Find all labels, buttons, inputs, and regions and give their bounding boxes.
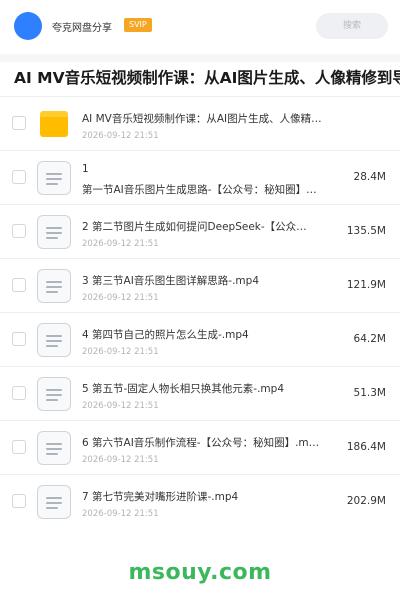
file-size: 202.9M	[346, 495, 386, 507]
share-owner-name: 夸克网盘分享	[52, 23, 112, 34]
svip-badge: SVIP	[124, 18, 152, 32]
document-icon	[37, 431, 71, 465]
file-name: 1	[82, 163, 89, 175]
file-list: AI MV音乐短视频制作课：从AI图片生成、人像精… 2026-09-12 21…	[0, 96, 400, 528]
row-checkbox[interactable]	[12, 332, 26, 346]
list-item[interactable]: 6 第六节AI音乐制作流程-【公众号：秘知圈】.m… 2026-09-12 21…	[0, 420, 400, 474]
watermark: msouy.com	[128, 560, 272, 585]
file-size: 121.9M	[346, 279, 386, 291]
row-checkbox[interactable]	[12, 170, 26, 184]
document-icon	[37, 485, 71, 519]
list-item[interactable]: 4 第四节自己的照片怎么生成-.mp4 2026-09-12 21:51 64.…	[0, 312, 400, 366]
document-icon	[37, 323, 71, 357]
row-checkbox[interactable]	[12, 440, 26, 454]
row-checkbox[interactable]	[12, 278, 26, 292]
file-date: 2026-09-12 21:51	[82, 131, 159, 141]
file-name: 4 第四节自己的照片怎么生成-.mp4	[82, 329, 249, 341]
search-input[interactable]: 搜索	[316, 13, 388, 39]
file-name: 3 第三节AI音乐图生图详解思路-.mp4	[82, 275, 259, 287]
document-icon	[37, 215, 71, 249]
list-item[interactable]: 3 第三节AI音乐图生图详解思路-.mp4 2026-09-12 21:51 1…	[0, 258, 400, 312]
list-item[interactable]: 2 第二节图片生成如何提问DeepSeek-【公众… 2026-09-12 21…	[0, 204, 400, 258]
list-item[interactable]: AI MV音乐短视频制作课：从AI图片生成、人像精… 2026-09-12 21…	[0, 96, 400, 150]
file-name: 2 第二节图片生成如何提问DeepSeek-【公众…	[82, 221, 307, 233]
row-checkbox[interactable]	[12, 224, 26, 238]
file-name: AI MV音乐短视频制作课：从AI图片生成、人像精…	[82, 113, 322, 125]
list-item[interactable]: 7 第七节完美对嘴形进阶课-.mp4 2026-09-12 21:51 202.…	[0, 474, 400, 528]
file-name-line2: 第一节AI音乐图片生成思路-【公众号：秘知圈】…	[82, 184, 317, 196]
list-item[interactable]: 5 第五节-固定人物长相只换其他元素-.mp4 2026-09-12 21:51…	[0, 366, 400, 420]
row-checkbox[interactable]	[12, 116, 26, 130]
file-date: 2026-09-12 21:51	[82, 347, 159, 357]
page-title: AI MV音乐短视频制作课：从AI图片生成、人像精修到导演	[14, 69, 400, 87]
avatar[interactable]	[14, 12, 42, 40]
file-date: 2026-09-12 21:51	[82, 455, 159, 465]
file-size: 135.5M	[346, 225, 386, 237]
document-icon	[37, 377, 71, 411]
document-icon	[37, 161, 71, 195]
file-size: 51.3M	[353, 387, 386, 399]
document-icon	[37, 269, 71, 303]
file-name: 6 第六节AI音乐制作流程-【公众号：秘知圈】.m…	[82, 437, 320, 449]
file-date: 2026-09-12 21:51	[82, 509, 159, 519]
row-checkbox[interactable]	[12, 494, 26, 508]
file-date: 2026-09-12 21:51	[82, 239, 159, 249]
file-name: 5 第五节-固定人物长相只换其他元素-.mp4	[82, 383, 285, 395]
file-date: 2026-09-12 21:51	[82, 293, 159, 303]
folder-icon	[40, 111, 68, 137]
file-size: 28.4M	[353, 171, 386, 183]
top-bar: 夸克网盘分享 SVIP 搜索	[0, 0, 400, 54]
file-name: 7 第七节完美对嘴形进阶课-.mp4	[82, 491, 239, 503]
file-size: 64.2M	[353, 333, 386, 345]
file-size: 186.4M	[346, 441, 386, 453]
row-checkbox[interactable]	[12, 386, 26, 400]
file-date: 2026-09-12 21:51	[82, 401, 159, 411]
list-item[interactable]: 1 第一节AI音乐图片生成思路-【公众号：秘知圈】… 28.4M	[0, 150, 400, 204]
section-divider	[0, 54, 400, 62]
